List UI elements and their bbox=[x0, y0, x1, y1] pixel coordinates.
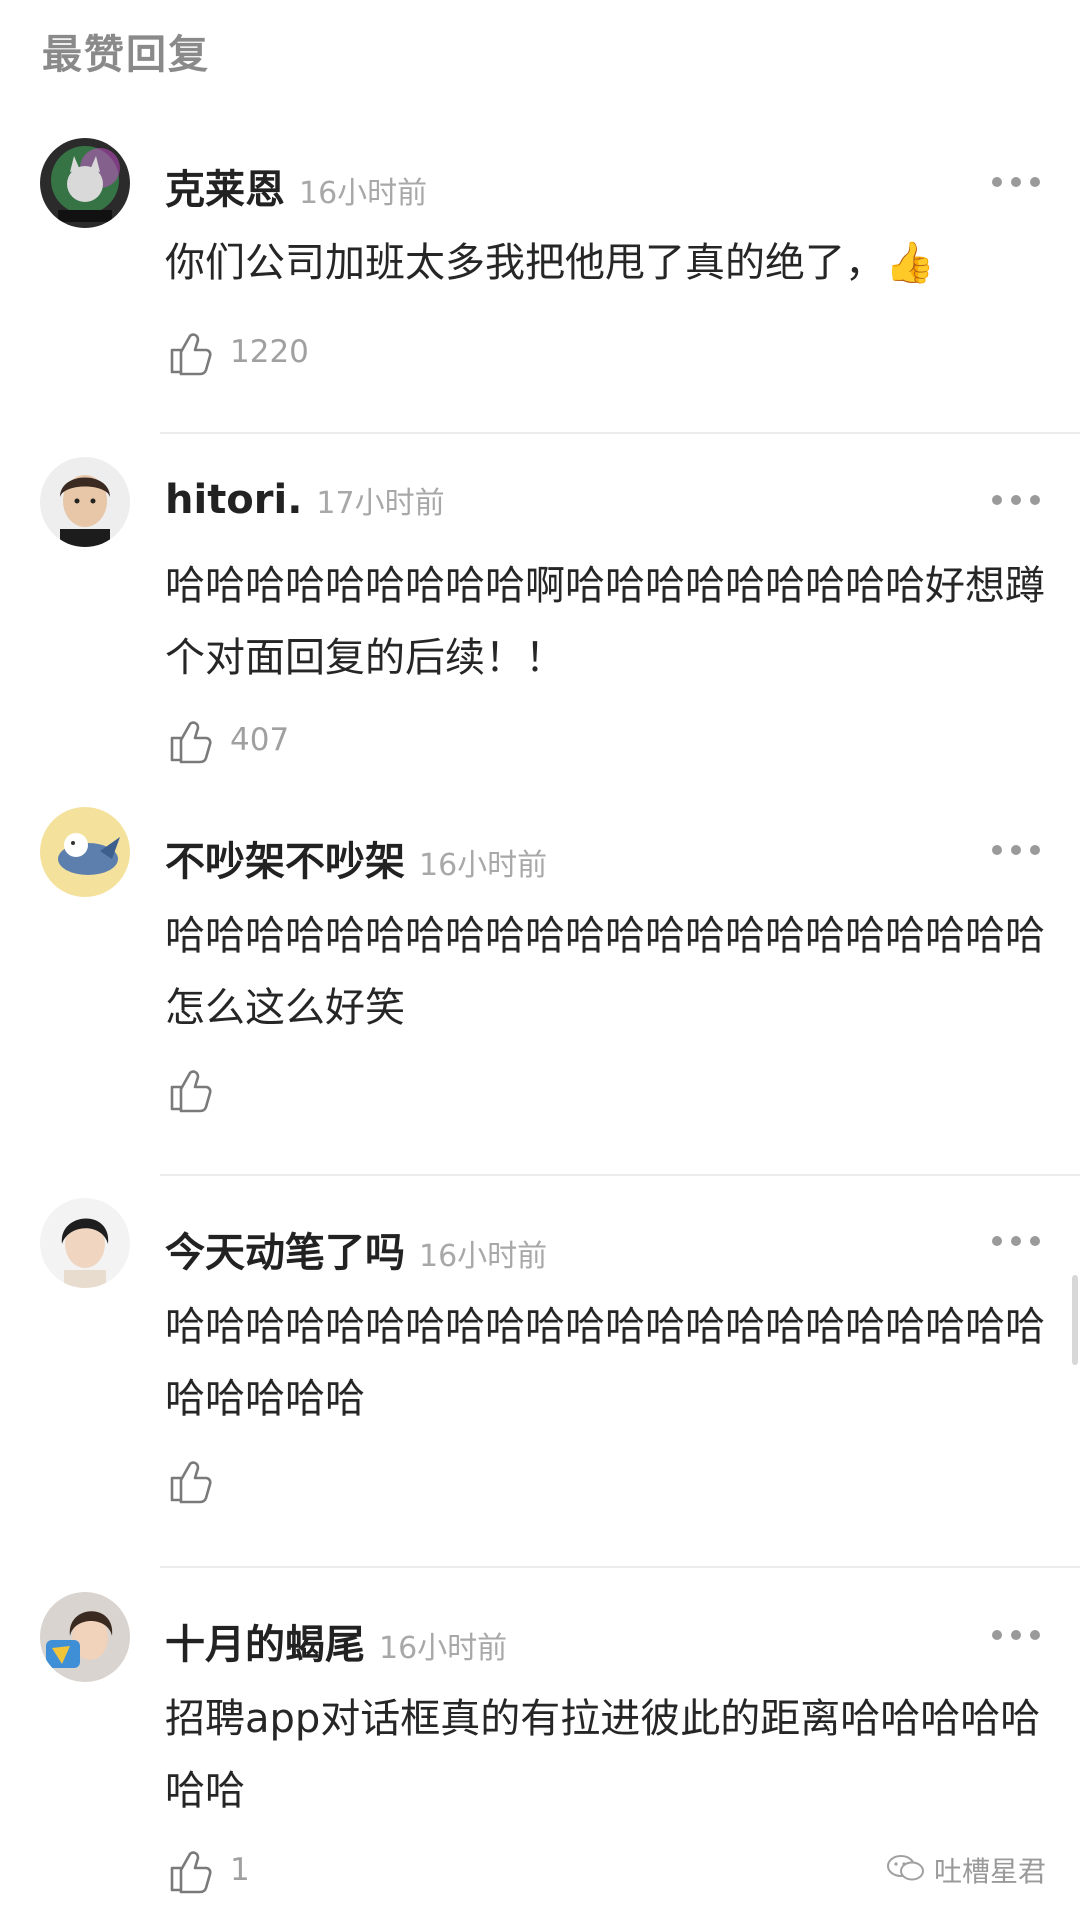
more-dots-icon[interactable] bbox=[992, 845, 1040, 857]
thumbs-up-outline-icon bbox=[170, 721, 212, 764]
username[interactable]: 十月的蝎尾 16小时前 bbox=[165, 1612, 507, 1670]
thumbs-up-outline-icon bbox=[170, 1070, 212, 1113]
section-title: 最赞回复 bbox=[42, 32, 210, 78]
more-dots-icon[interactable] bbox=[992, 1630, 1040, 1642]
comment-text: 哈哈哈哈哈哈哈哈哈啊哈哈哈哈哈哈哈哈哈好想蹲个对面回复的后续！！ bbox=[165, 563, 1045, 681]
more-dots-icon[interactable] bbox=[992, 1236, 1040, 1248]
comment-text: 招聘app对话框真的有拉进彼此的距离哈哈哈哈哈哈哈 bbox=[165, 1696, 1041, 1814]
divider bbox=[160, 1566, 1080, 1568]
comment-text: 哈哈哈哈哈哈哈哈哈哈哈哈哈哈哈哈哈哈哈哈哈哈怎么这么好笑 bbox=[165, 913, 1045, 1031]
avatar[interactable] bbox=[40, 457, 130, 547]
thumbs-up-outline-icon bbox=[170, 333, 212, 376]
username[interactable]: hitori. 17小时前 bbox=[165, 477, 445, 523]
comment-time: 16小时前 bbox=[299, 176, 428, 211]
comment-time: 16小时前 bbox=[379, 1631, 508, 1666]
thumbs-up-outline-icon bbox=[170, 1851, 212, 1894]
thumbs-up-emoji: 👍 bbox=[885, 240, 935, 286]
username-text[interactable]: 克莱恩 bbox=[165, 167, 285, 213]
avatar[interactable] bbox=[40, 807, 130, 897]
divider bbox=[160, 432, 1080, 434]
username[interactable]: 不吵架不吵架 16小时前 bbox=[165, 829, 547, 887]
username-text[interactable]: hitori. bbox=[165, 477, 302, 523]
thumbs-up-outline-icon bbox=[170, 1461, 212, 1504]
more-dots-icon[interactable] bbox=[992, 495, 1040, 507]
like-count: 407 bbox=[230, 722, 290, 758]
scrollbar[interactable] bbox=[1072, 1275, 1078, 1365]
divider bbox=[160, 1174, 1080, 1176]
comment-text-content: 你们公司加班太多我把他甩了真的绝了， bbox=[165, 240, 885, 286]
comment-time: 17小时前 bbox=[316, 486, 445, 521]
username[interactable]: 今天动笔了吗 16小时前 bbox=[165, 1220, 547, 1278]
comment-time: 16小时前 bbox=[419, 848, 548, 883]
username-text[interactable]: 不吵架不吵架 bbox=[165, 839, 405, 885]
avatar[interactable] bbox=[40, 138, 130, 228]
avatar[interactable] bbox=[40, 1592, 130, 1682]
comment-time: 16小时前 bbox=[419, 1239, 548, 1274]
username-text[interactable]: 今天动笔了吗 bbox=[165, 1230, 405, 1276]
comment-text: 你们公司加班太多我把他甩了真的绝了，👍 bbox=[165, 227, 1045, 299]
username[interactable]: 克莱恩 16小时前 bbox=[165, 157, 427, 215]
like-count: 1220 bbox=[230, 334, 309, 370]
wechat-icon bbox=[887, 1855, 924, 1881]
username-text[interactable]: 十月的蝎尾 bbox=[165, 1622, 365, 1668]
avatar[interactable] bbox=[40, 1198, 130, 1288]
comment-text: 哈哈哈哈哈哈哈哈哈哈哈哈哈哈哈哈哈哈哈哈哈哈哈哈哈哈哈 bbox=[165, 1304, 1045, 1422]
more-dots-icon[interactable] bbox=[992, 177, 1040, 189]
watermark-text: 吐槽星君 bbox=[934, 1855, 1047, 1888]
like-count: 1 bbox=[230, 1852, 250, 1888]
